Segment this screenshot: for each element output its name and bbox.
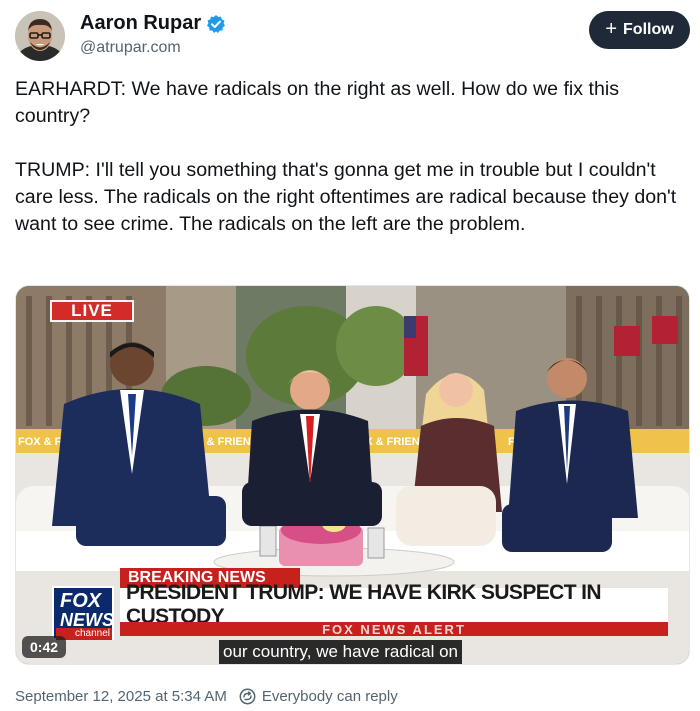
post-date[interactable]: September 12, 2025 at 5:34 AM: [15, 688, 227, 705]
reply-setting-label[interactable]: Everybody can reply: [262, 688, 398, 705]
post-header: Aaron Rupar @atrupar.com + Follow: [0, 0, 700, 72]
fox-news-logo: FOX NEWS channel: [52, 586, 114, 640]
verified-badge-icon: [206, 14, 226, 34]
follow-button[interactable]: + Follow: [589, 11, 690, 49]
avatar[interactable]: [15, 11, 65, 61]
live-badge: LIVE: [50, 300, 134, 322]
post-text: EARHARDT: We have radicals on the right …: [15, 76, 695, 238]
video-player[interactable]: FOX & FRIENDS FOX & FRIENDS FOX & FRIEND…: [15, 285, 690, 665]
author-handle[interactable]: @atrupar.com: [80, 39, 181, 57]
post-footer: September 12, 2025 at 5:34 AM Everybody …: [15, 685, 398, 707]
plus-icon: +: [605, 18, 618, 40]
post-paragraph: TRUMP: I'll tell you something that's go…: [15, 159, 677, 235]
chyron-headline: PRESIDENT TRUMP: WE HAVE KIRK SUSPECT IN…: [120, 581, 668, 628]
video-elapsed-time: 0:42: [22, 636, 67, 658]
author-name-row: Aaron Rupar: [80, 12, 226, 35]
reply-settings-icon: [239, 688, 256, 705]
follow-button-label: Follow: [623, 21, 674, 38]
author-name[interactable]: Aaron Rupar: [80, 12, 201, 35]
fox-news-alert-bar: FOX NEWS ALERT: [120, 622, 668, 636]
video-caption: our country, we have radical on: [219, 640, 462, 664]
post-paragraph: EARHARDT: We have radicals on the right …: [15, 78, 620, 127]
